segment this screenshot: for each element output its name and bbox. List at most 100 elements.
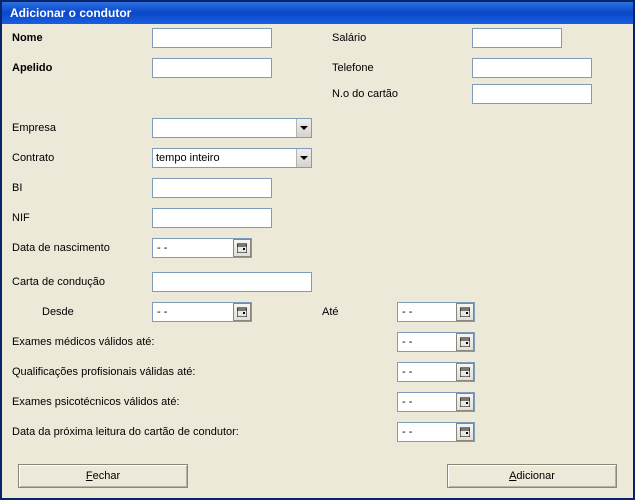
label-nif: NIF: [12, 212, 30, 224]
calendar-icon: [460, 337, 470, 347]
label-prox-row: Data da próxima leitura do cartão de con…: [12, 426, 239, 438]
salario-input[interactable]: [472, 28, 562, 48]
label-apelido: Apelido: [12, 62, 52, 74]
label-telefone: Telefone: [332, 62, 374, 74]
empresa-combo[interactable]: [152, 118, 312, 138]
qualif-field-wrap: - -: [397, 362, 475, 382]
label-telefone-row: Telefone: [332, 62, 374, 74]
numcartao-input[interactable]: [472, 84, 592, 104]
nif-input-wrap: [152, 208, 272, 228]
fechar-rest: echar: [93, 470, 121, 482]
contrato-combo-wrap: [152, 148, 312, 168]
window: Adicionar o condutor Nome Apelido Salári…: [0, 0, 635, 500]
datanasc-field[interactable]: - -: [152, 238, 252, 258]
telefone-input[interactable]: [472, 58, 592, 78]
prox-cal-button[interactable]: [456, 423, 474, 441]
chevron-down-icon: [300, 126, 308, 130]
label-desde: Desde: [42, 306, 74, 318]
qualif-field[interactable]: - -: [397, 362, 475, 382]
psico-field-wrap: - -: [397, 392, 475, 412]
nome-input-wrap: [152, 28, 272, 48]
label-contrato: Contrato: [12, 152, 54, 164]
prox-field[interactable]: - -: [397, 422, 475, 442]
datanasc-cal-button[interactable]: [233, 239, 251, 257]
empresa-combo-arrow[interactable]: [296, 119, 311, 137]
qualif-text[interactable]: - -: [398, 366, 456, 378]
desde-cal-button[interactable]: [233, 303, 251, 321]
calendar-icon: [460, 367, 470, 377]
prox-text[interactable]: - -: [398, 426, 456, 438]
fechar-button[interactable]: Fechar: [18, 464, 188, 488]
label-nome: Nome: [12, 32, 43, 44]
psico-field[interactable]: - -: [397, 392, 475, 412]
datanasc-field-wrap: - -: [152, 238, 252, 258]
calendar-icon: [237, 243, 247, 253]
label-contrato-row: Contrato: [12, 152, 54, 164]
label-exmed: Exames médicos válidos até:: [12, 336, 154, 348]
button-bar: Fechar Adicionar: [18, 464, 617, 488]
label-carta-row: Carta de condução: [12, 276, 105, 288]
label-datanasc-row: Data de nascimento: [12, 242, 110, 254]
bi-input-wrap: [152, 178, 272, 198]
empresa-combo-wrap: [152, 118, 312, 138]
label-carta: Carta de condução: [12, 276, 105, 288]
label-psico-row: Exames psicotécnicos válidos até:: [12, 396, 180, 408]
psico-text[interactable]: - -: [398, 396, 456, 408]
telefone-input-wrap: [472, 58, 592, 78]
contrato-combo[interactable]: [152, 148, 312, 168]
exmed-text[interactable]: - -: [398, 336, 456, 348]
carta-input[interactable]: [152, 272, 312, 292]
qualif-cal-button[interactable]: [456, 363, 474, 381]
ate-field[interactable]: - -: [397, 302, 475, 322]
psico-cal-button[interactable]: [456, 393, 474, 411]
label-datanasc: Data de nascimento: [12, 242, 110, 254]
adicionar-button[interactable]: Adicionar: [447, 464, 617, 488]
label-empresa: Empresa: [12, 122, 56, 134]
label-desde-row: Desde: [42, 306, 74, 318]
exmed-field-wrap: - -: [397, 332, 475, 352]
chevron-down-icon: [300, 156, 308, 160]
ate-cal-button[interactable]: [456, 303, 474, 321]
contrato-combo-arrow[interactable]: [296, 149, 311, 167]
ate-field-wrap: - -: [397, 302, 475, 322]
bi-input[interactable]: [152, 178, 272, 198]
fechar-mnemonic: F: [86, 470, 93, 482]
numcartao-input-wrap: [472, 84, 592, 104]
label-qualif-row: Qualificações profisionais válidas até:: [12, 366, 195, 378]
exmed-field[interactable]: - -: [397, 332, 475, 352]
label-ate: Até: [322, 306, 339, 318]
label-nome-row: Nome: [12, 32, 43, 44]
adicionar-rest: dicionar: [516, 470, 555, 482]
window-title: Adicionar o condutor: [10, 6, 131, 20]
label-salario: Salário: [332, 32, 366, 44]
desde-text[interactable]: - -: [153, 306, 233, 318]
label-bi-row: BI: [12, 182, 22, 194]
contrato-combo-text[interactable]: [153, 149, 296, 167]
apelido-input[interactable]: [152, 58, 272, 78]
label-exmed-row: Exames médicos válidos até:: [12, 336, 154, 348]
calendar-icon: [460, 397, 470, 407]
client-area: Nome Apelido Salário Telefone N.o do car…: [2, 24, 633, 498]
label-empresa-row: Empresa: [12, 122, 56, 134]
empresa-combo-text[interactable]: [153, 119, 296, 137]
label-nif-row: NIF: [12, 212, 30, 224]
nome-input[interactable]: [152, 28, 272, 48]
label-numcartao-row: N.o do cartão: [332, 88, 398, 100]
ate-text[interactable]: - -: [398, 306, 456, 318]
desde-field[interactable]: - -: [152, 302, 252, 322]
label-salario-row: Salário: [332, 32, 366, 44]
calendar-icon: [237, 307, 247, 317]
label-numcartao: N.o do cartão: [332, 88, 398, 100]
prox-field-wrap: - -: [397, 422, 475, 442]
label-qualif: Qualificações profisionais válidas até:: [12, 366, 195, 378]
calendar-icon: [460, 427, 470, 437]
calendar-icon: [460, 307, 470, 317]
nif-input[interactable]: [152, 208, 272, 228]
salario-input-wrap: [472, 28, 562, 48]
exmed-cal-button[interactable]: [456, 333, 474, 351]
label-apelido-row: Apelido: [12, 62, 52, 74]
carta-input-wrap: [152, 272, 312, 292]
datanasc-text[interactable]: - -: [153, 242, 233, 254]
titlebar: Adicionar o condutor: [2, 2, 633, 24]
label-psico: Exames psicotécnicos válidos até:: [12, 396, 180, 408]
